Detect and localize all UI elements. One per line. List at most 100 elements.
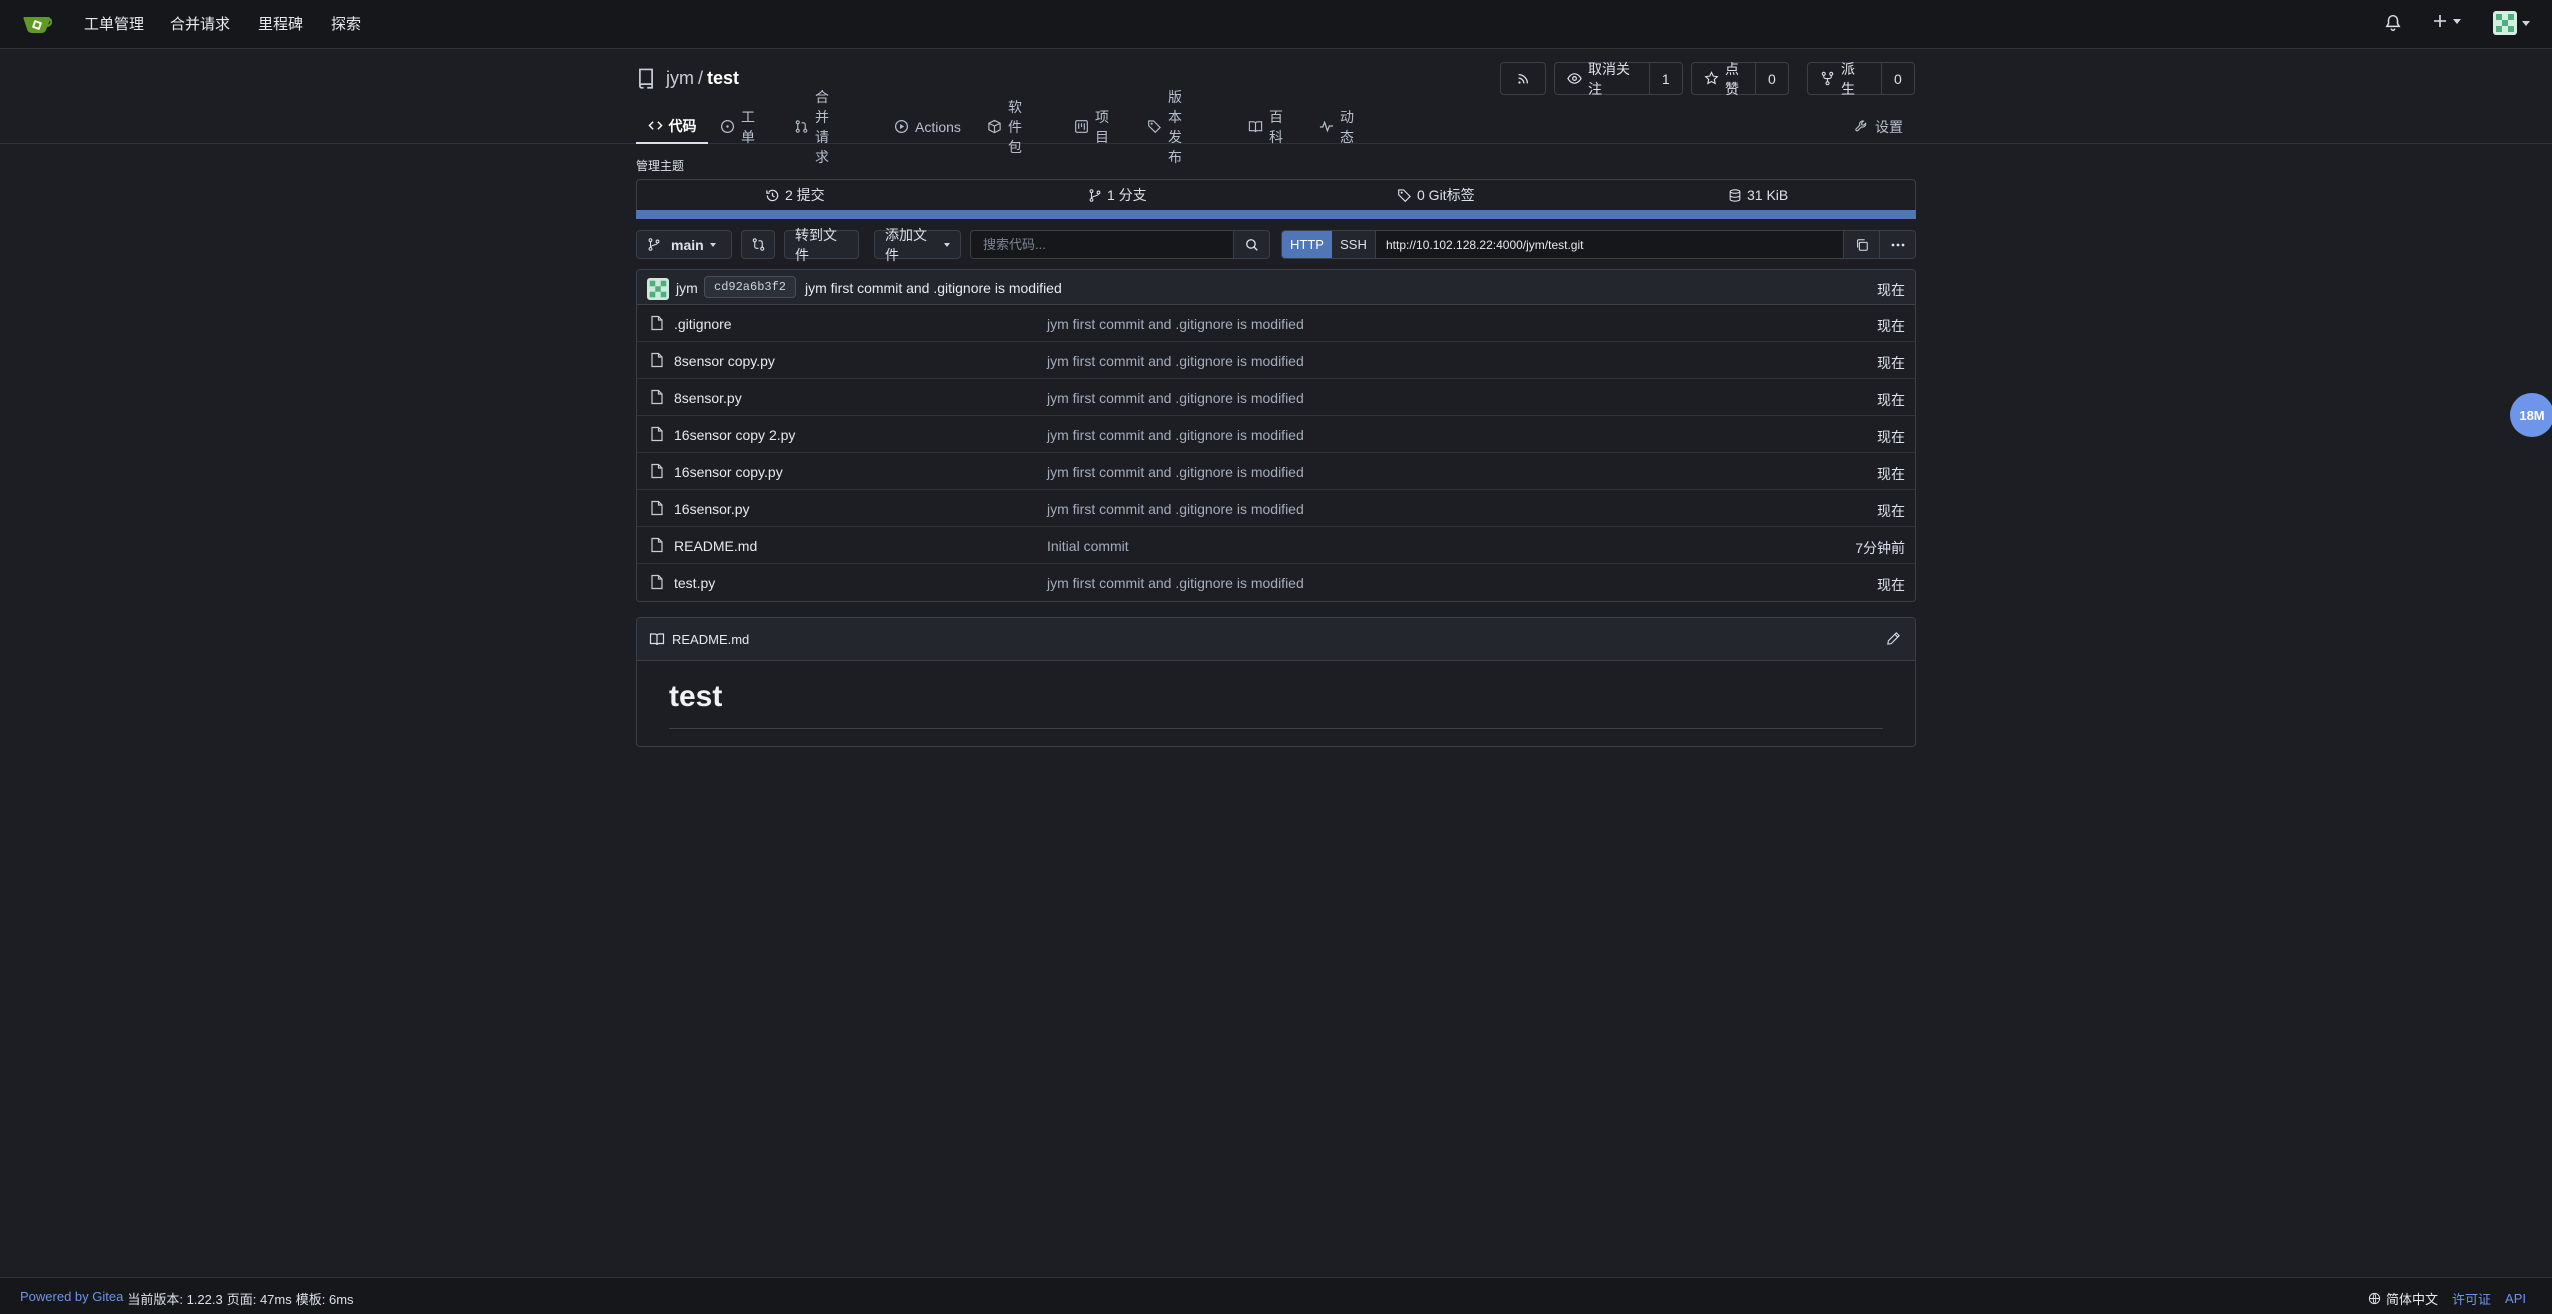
branch-selector[interactable]: main xyxy=(636,230,732,259)
user-menu[interactable] xyxy=(2493,11,2530,35)
file-name-link[interactable]: 16sensor.py xyxy=(674,501,750,517)
file-commit-message[interactable]: jym first commit and .gitignore is modif… xyxy=(1047,501,1304,517)
more-options-button[interactable] xyxy=(1879,231,1915,258)
commit-message[interactable]: jym first commit and .gitignore is modif… xyxy=(805,280,1062,296)
create-menu[interactable] xyxy=(2432,13,2461,29)
commit-sha-label[interactable]: cd92a6b3f2 xyxy=(704,276,797,298)
file-commit-time: 现在 xyxy=(1877,466,1905,482)
api-link[interactable]: API xyxy=(2505,1291,2526,1306)
tab-issues[interactable]: 工单 xyxy=(720,109,755,145)
tab-settings[interactable]: 设置 xyxy=(1854,109,1903,144)
star-label: 点赞 xyxy=(1725,60,1739,97)
file-icon xyxy=(650,500,664,516)
repo-stats-bar: 2 提交 1 分支 0 Git标签 31 KiB xyxy=(636,179,1916,219)
file-name-link[interactable]: test.py xyxy=(674,575,715,591)
license-link[interactable]: 许可证 xyxy=(2452,1289,2491,1308)
tab-wiki[interactable]: 百科 xyxy=(1248,109,1283,145)
pencil-icon[interactable] xyxy=(1886,631,1901,646)
file-name-link[interactable]: 8sensor copy.py xyxy=(674,353,775,369)
file-name-link[interactable]: 16sensor copy.py xyxy=(674,464,783,480)
fork-button-group: 派生 0 xyxy=(1807,61,1915,97)
page-render-time: 页面: 47ms xyxy=(226,1292,292,1307)
file-commit-message[interactable]: jym first commit and .gitignore is modif… xyxy=(1047,575,1304,591)
tab-pull-requests[interactable]: 合并请求 xyxy=(794,89,829,165)
tab-releases-label: 版本发布 xyxy=(1168,88,1182,165)
watch-count[interactable]: 1 xyxy=(1648,63,1682,94)
commit-time: 现在 xyxy=(1877,282,1905,298)
eye-icon xyxy=(1567,71,1582,86)
code-search xyxy=(970,230,1270,259)
commit-author-avatar[interactable] xyxy=(647,278,669,300)
tab-packages[interactable]: 软件包 xyxy=(987,99,1022,155)
floating-badge[interactable]: 18M xyxy=(2510,393,2552,437)
chevron-down-icon xyxy=(2453,18,2461,24)
tools-icon xyxy=(1854,119,1869,134)
branches-stat[interactable]: 1 分支 xyxy=(1088,180,1147,210)
file-commit-message[interactable]: Initial commit xyxy=(1047,538,1129,554)
code-search-input[interactable] xyxy=(970,230,1234,259)
plus-icon xyxy=(2432,13,2448,29)
compare-button[interactable] xyxy=(741,230,775,259)
commits-stat[interactable]: 2 提交 xyxy=(765,180,825,210)
rss-button[interactable] xyxy=(1500,62,1546,95)
clone-ssh-button[interactable]: SSH xyxy=(1332,231,1376,258)
readme-title[interactable]: README.md xyxy=(649,631,749,647)
nav-explore[interactable]: 探索 xyxy=(331,0,361,49)
file-commit-time: 7分钟前 xyxy=(1855,540,1905,556)
repo-owner-link[interactable]: jym xyxy=(666,68,694,88)
file-commit-message[interactable]: jym first commit and .gitignore is modif… xyxy=(1047,427,1304,443)
file-name-link[interactable]: 16sensor copy 2.py xyxy=(674,427,795,443)
file-commit-message[interactable]: jym first commit and .gitignore is modif… xyxy=(1047,464,1304,480)
tab-code[interactable]: 代码 xyxy=(636,109,708,144)
file-commit-time: 现在 xyxy=(1877,429,1905,445)
size-stat[interactable]: 31 KiB xyxy=(1728,180,1788,210)
file-name-link[interactable]: 8sensor.py xyxy=(674,390,742,406)
star-count[interactable]: 0 xyxy=(1754,63,1788,94)
unwatch-button[interactable]: 取消关注 xyxy=(1555,61,1649,97)
fork-icon xyxy=(1820,71,1835,86)
goto-file-button[interactable]: 转到文件 xyxy=(784,227,859,263)
nav-pull-requests[interactable]: 合并请求 xyxy=(170,0,230,49)
fork-button[interactable]: 派生 xyxy=(1808,61,1881,97)
pulse-icon xyxy=(1319,119,1334,134)
book-icon xyxy=(1248,119,1263,134)
tags-stat[interactable]: 0 Git标签 xyxy=(1397,180,1475,210)
gitea-version: 当前版本: 1.22.3 xyxy=(127,1292,223,1307)
manage-topics-link[interactable]: 管理主题 xyxy=(636,157,684,174)
star-button[interactable]: 点赞 xyxy=(1692,61,1755,97)
copy-url-button[interactable] xyxy=(1843,231,1879,258)
powered-by-link[interactable]: Powered by Gitea xyxy=(20,1289,123,1308)
clone-url-field[interactable] xyxy=(1376,231,1843,258)
file-name-link[interactable]: README.md xyxy=(674,538,757,554)
add-file-dropdown[interactable]: 添加文件 xyxy=(874,227,961,263)
file-icon xyxy=(650,463,664,479)
footer-right: 简体中文 许可证 API xyxy=(2368,1289,2526,1308)
nav-issues[interactable]: 工单管理 xyxy=(84,0,144,49)
repo-name-link[interactable]: test xyxy=(707,68,739,88)
readme-filename: README.md xyxy=(672,631,750,647)
nav-milestones[interactable]: 里程碑 xyxy=(258,0,303,49)
file-name-link[interactable]: .gitignore xyxy=(674,316,732,332)
file-commit-message[interactable]: jym first commit and .gitignore is modif… xyxy=(1047,390,1304,406)
search-button[interactable] xyxy=(1234,230,1270,259)
clone-http-button[interactable]: HTTP xyxy=(1282,231,1332,258)
repo-title: jym / test xyxy=(636,67,739,89)
tab-settings-label: 设置 xyxy=(1875,118,1903,135)
gitea-logo-icon[interactable] xyxy=(22,13,52,35)
fork-count[interactable]: 0 xyxy=(1880,63,1914,94)
file-commit-message[interactable]: jym first commit and .gitignore is modif… xyxy=(1047,353,1304,369)
tab-releases[interactable]: 版本发布 xyxy=(1147,89,1182,165)
readme-panel: README.md test xyxy=(636,617,1916,747)
tab-activity[interactable]: 动态 xyxy=(1319,109,1354,145)
notification-bell-icon[interactable] xyxy=(2384,14,2402,32)
tab-projects[interactable]: 项目 xyxy=(1074,109,1109,145)
chevron-down-icon xyxy=(944,242,950,247)
readme-heading: test xyxy=(669,680,723,713)
language-stats-bar[interactable] xyxy=(636,210,1916,219)
watch-label: 取消关注 xyxy=(1588,60,1630,97)
tab-actions[interactable]: Actions xyxy=(894,109,961,144)
language-selector[interactable]: 简体中文 xyxy=(2368,1289,2438,1308)
commit-author[interactable]: jym xyxy=(676,280,698,296)
repo-icon xyxy=(636,67,656,89)
file-commit-message[interactable]: jym first commit and .gitignore is modif… xyxy=(1047,316,1304,332)
